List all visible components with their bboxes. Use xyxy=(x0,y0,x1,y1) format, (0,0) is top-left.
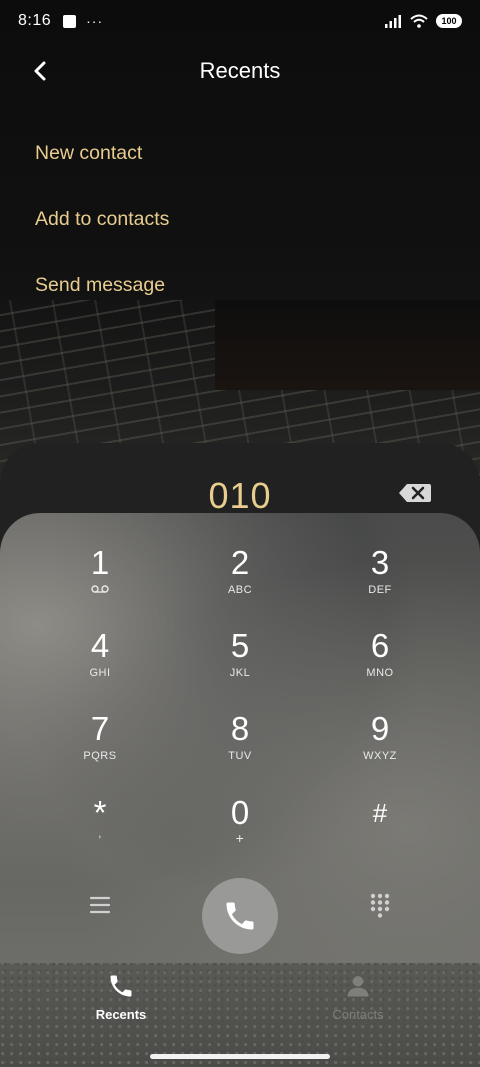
key-digit: 6 xyxy=(370,627,390,664)
key-digit: 1 xyxy=(90,544,110,581)
key-letters: WXYZ xyxy=(363,750,397,762)
tab-recents[interactable]: Recents xyxy=(71,972,171,1022)
key-letters: DEF xyxy=(368,584,392,596)
battery-indicator: 100 xyxy=(436,14,462,28)
status-time: 8:16 xyxy=(18,12,52,29)
phone-icon xyxy=(110,975,132,997)
wifi-icon xyxy=(410,14,428,28)
page-title: Recents xyxy=(199,58,281,83)
key-1[interactable]: 1 xyxy=(40,546,160,622)
key-9[interactable]: 9 WXYZ xyxy=(320,712,440,788)
status-bar: 8:16 ··· 100 xyxy=(0,0,480,42)
new-contact-option[interactable]: New contact xyxy=(35,142,142,165)
key-letters: ABC xyxy=(227,584,253,596)
key-digit: 4 xyxy=(90,627,110,664)
key-digit: # xyxy=(372,798,388,828)
key-letters: PQRS xyxy=(83,750,117,762)
key-6[interactable]: 6 MNO xyxy=(320,629,440,705)
key-letters: , xyxy=(98,828,102,840)
header: Recents xyxy=(0,50,480,94)
tab-label: Recents xyxy=(95,1007,147,1022)
key-digit: 3 xyxy=(370,544,390,581)
key-digit: 5 xyxy=(230,627,250,664)
send-message-option[interactable]: Send message xyxy=(35,274,165,297)
key-hash[interactable]: # xyxy=(320,796,440,872)
home-indicator[interactable] xyxy=(150,1054,330,1059)
key-5[interactable]: 5 JKL xyxy=(180,629,300,705)
key-letters: GHI xyxy=(89,667,111,679)
backspace-icon[interactable] xyxy=(398,482,432,504)
key-letters: TUV xyxy=(228,750,252,762)
wallpaper-wall xyxy=(215,300,480,390)
key-digit: 8 xyxy=(230,710,250,747)
key-letters: + xyxy=(235,830,245,846)
key-7[interactable]: 7 PQRS xyxy=(40,712,160,788)
key-digit: 2 xyxy=(230,544,250,581)
key-digit: 7 xyxy=(90,710,110,747)
key-8[interactable]: 8 TUV xyxy=(180,712,300,788)
key-3[interactable]: 3 DEF xyxy=(320,546,440,622)
key-star[interactable]: * , xyxy=(40,796,160,872)
tab-label: Contacts xyxy=(332,1007,384,1022)
key-4[interactable]: 4 GHI xyxy=(40,629,160,705)
more-notifications-icon: ··· xyxy=(86,13,104,29)
key-2[interactable]: 2 ABC xyxy=(180,546,300,622)
phone-icon xyxy=(226,902,254,930)
signal-icon xyxy=(385,15,401,28)
key-letters: JKL xyxy=(229,667,251,679)
key-0[interactable]: 0 + xyxy=(180,796,300,872)
key-digit: 0 xyxy=(230,794,250,831)
voicemail-icon xyxy=(91,585,109,593)
key-digit: * xyxy=(93,794,107,831)
key-letters: MNO xyxy=(366,667,394,679)
key-digit: 9 xyxy=(370,710,390,747)
tab-contacts[interactable]: Contacts xyxy=(308,972,408,1022)
call-button[interactable] xyxy=(202,878,278,954)
add-to-contacts-option[interactable]: Add to contacts xyxy=(35,208,169,231)
dialpad-icon[interactable] xyxy=(368,892,392,918)
menu-icon[interactable] xyxy=(88,893,112,917)
notification-icon xyxy=(63,14,77,28)
person-icon xyxy=(347,976,369,997)
